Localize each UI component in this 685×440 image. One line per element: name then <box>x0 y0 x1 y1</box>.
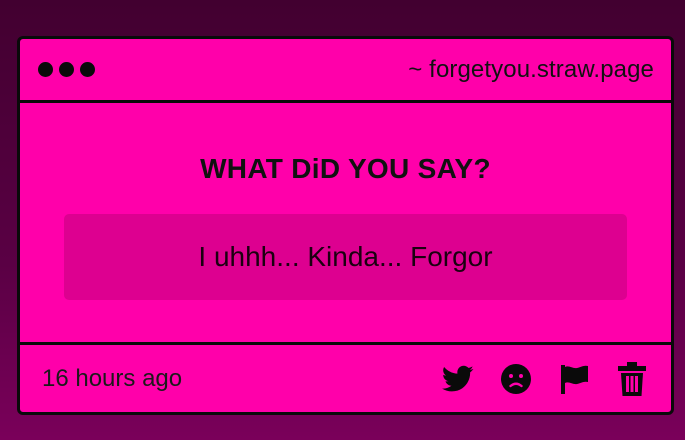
window-controls <box>38 62 95 77</box>
sad-face-icon <box>501 363 531 394</box>
delete-button[interactable] <box>613 360 651 398</box>
question-title: WHAT DiD YOU SAY? <box>200 153 491 184</box>
window-titlebar: ~ forgetyou.straw.page <box>20 39 671 103</box>
message-card: ~ forgetyou.straw.page WHAT DiD YOU SAY?… <box>17 36 674 415</box>
react-sad-button[interactable] <box>497 360 535 398</box>
page-url[interactable]: ~ forgetyou.straw.page <box>408 56 654 84</box>
flag-icon <box>561 364 588 394</box>
twitter-icon <box>442 365 474 391</box>
answer-text: I uhhh... Kinda... Forgor <box>198 241 493 272</box>
window-dot <box>38 62 53 77</box>
window-dot <box>59 62 74 77</box>
answer-box: I uhhh... Kinda... Forgor <box>64 214 627 300</box>
trash-icon <box>618 361 646 396</box>
card-footer: 16 hours ago <box>20 345 671 412</box>
timestamp: 16 hours ago <box>42 364 183 392</box>
report-button[interactable] <box>555 360 593 398</box>
share-twitter-button[interactable] <box>439 360 477 398</box>
card-content: WHAT DiD YOU SAY? I uhhh... Kinda... For… <box>20 103 671 345</box>
action-bar <box>439 360 651 398</box>
window-dot <box>80 62 95 77</box>
